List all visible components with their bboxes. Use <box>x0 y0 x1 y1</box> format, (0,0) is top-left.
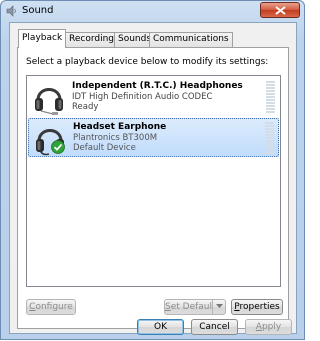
tab-recording[interactable]: Recording <box>65 32 119 47</box>
close-button[interactable] <box>260 2 300 18</box>
playback-panel: Select a playback device below to modify… <box>17 47 289 329</box>
headphones-icon <box>31 80 67 116</box>
default-check-icon <box>51 140 65 154</box>
volume-level-meter <box>265 122 274 155</box>
set-default-dropdown[interactable] <box>212 299 226 315</box>
device-item-headset[interactable]: Headset Earphone Plantronics BT300M Defa… <box>28 118 279 157</box>
set-default-button[interactable]: Set Default <box>164 299 216 315</box>
cancel-button[interactable]: Cancel <box>191 319 238 335</box>
volume-level-meter <box>266 81 275 114</box>
device-driver: Plantronics BT300M <box>73 133 158 143</box>
device-status: Default Device <box>73 143 136 153</box>
tab-playback[interactable]: Playback <box>18 29 67 48</box>
tab-communications[interactable]: Communications <box>149 32 233 47</box>
dialog-client-area: Playback Recording Sounds Communications… <box>9 22 297 334</box>
sound-dialog: Sound Playback Recording Sounds Communic… <box>0 0 305 340</box>
set-default-split-button[interactable]: Set Default <box>164 299 226 315</box>
device-list[interactable]: Independent (R.T.C.) Headphones IDT High… <box>26 75 281 287</box>
properties-button[interactable]: Properties <box>231 299 283 315</box>
title-bar[interactable]: Sound <box>1 1 304 22</box>
device-status: Ready <box>72 102 99 112</box>
speaker-icon <box>6 5 18 17</box>
device-driver: IDT High Definition Audio CODEC <box>72 92 213 102</box>
device-name: Independent (R.T.C.) Headphones <box>72 81 243 91</box>
apply-button[interactable]: Apply <box>245 319 292 335</box>
close-x-icon <box>275 6 286 15</box>
configure-button[interactable]: Configure <box>26 299 76 315</box>
instruction-text: Select a playback device below to modify… <box>26 57 269 67</box>
device-item-headphones[interactable]: Independent (R.T.C.) Headphones IDT High… <box>28 78 279 117</box>
chevron-down-icon <box>215 304 223 308</box>
ok-button[interactable]: OK <box>137 319 184 335</box>
window-title: Sound <box>22 5 54 16</box>
device-name: Headset Earphone <box>73 122 167 132</box>
